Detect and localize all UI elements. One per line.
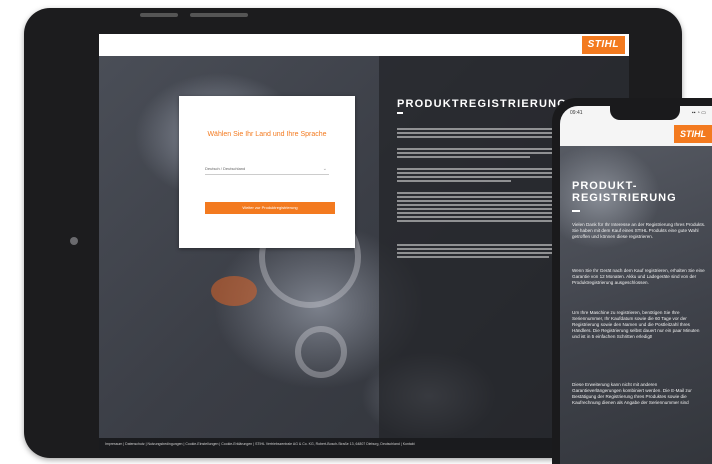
phone-screen: 09:41 ▪▪ ◔ ▭ STIHL PRODUKT- REGISTRIERUN… [560,106,712,464]
stihl-logo[interactable]: STIHL [581,36,625,54]
phone-paragraph: Vielen Dank für Ihr Interesse an der Reg… [572,222,706,239]
tablet-button [140,13,178,17]
status-icons: ▪▪ ◔ ▭ [691,110,706,116]
mask-shape [295,326,347,378]
country-language-modal: Wählen Sie Ihr Land und Ihre Sprache Deu… [179,96,355,248]
phone-site-header: STIHL [560,122,712,146]
modal-title: Wählen Sie Ihr Land und Ihre Sprache [207,131,327,138]
country-language-select[interactable]: Deutsch / Deutschland ⌄ [205,164,329,175]
stihl-logo[interactable]: STIHL [674,125,712,143]
phone-paragraph: Um Ihre Maschine zu registrieren, benöti… [572,310,700,339]
site-header: STIHL [99,34,629,56]
tablet-button [190,13,248,17]
continue-button[interactable]: Weiter zur Produktregistrierung [205,202,335,214]
phone-notch [610,106,680,120]
title-underline [572,210,580,212]
glove-detail [211,276,257,306]
tablet-camera [70,237,78,245]
phone-device: 09:41 ▪▪ ◔ ▭ STIHL PRODUKT- REGISTRIERUN… [552,98,712,464]
title-underline [397,112,403,114]
status-time: 09:41 [570,110,583,116]
site-footer[interactable]: Impressum | Datenschutz | Nutzungsbeding… [99,438,629,450]
chevron-down-icon: ⌄ [322,166,327,172]
tablet-screen: STIHL Wählen Sie Ihr Land und Ihre Sprac… [99,34,629,450]
phone-paragraph: Diese Erweiterung kann nicht mit anderen… [572,382,692,405]
phone-page-title: PRODUKT- REGISTRIERUNG [572,180,677,204]
phone-paragraph: Wenn Sie Ihr Gerät nach dem Kauf registr… [572,268,705,285]
page-title: PRODUKTREGISTRIERUNG [397,98,568,110]
select-value: Deutsch / Deutschland [205,166,246,171]
